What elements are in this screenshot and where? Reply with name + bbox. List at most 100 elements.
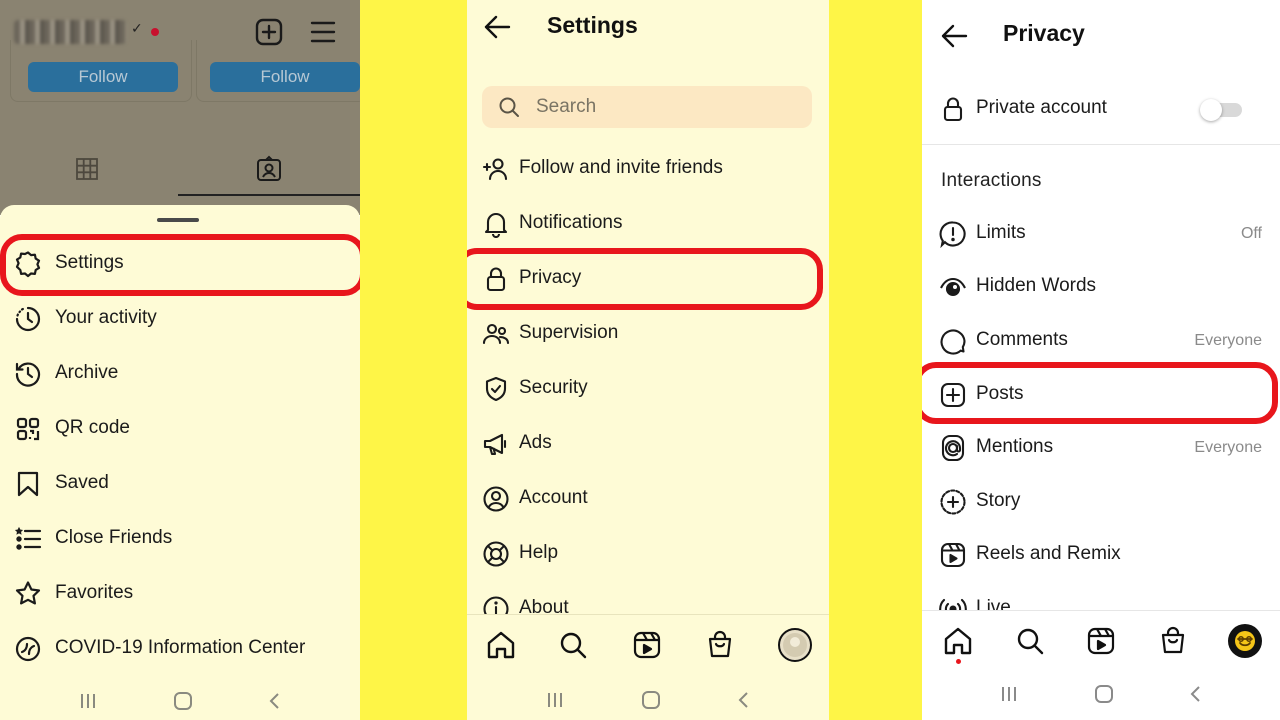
follow-button[interactable]: Follow xyxy=(210,62,360,92)
private-account-row[interactable]: Private account xyxy=(922,89,1280,129)
recent-apps-icon[interactable] xyxy=(545,691,565,709)
private-account-toggle[interactable] xyxy=(1200,99,1242,121)
menu-item-covid-info[interactable]: COVID-19 Information Center xyxy=(0,628,360,668)
section-divider xyxy=(922,144,1280,145)
back-arrow-icon[interactable] xyxy=(940,23,968,49)
menu-item-archive[interactable]: Archive xyxy=(0,353,360,393)
menu-item-qr-code[interactable]: QR code xyxy=(0,408,360,448)
reels-icon[interactable] xyxy=(1085,625,1117,657)
panel-settings: Settings Search Follow and invite friend… xyxy=(467,0,829,720)
megaphone-icon xyxy=(482,430,510,458)
section-title: Interactions xyxy=(941,170,1042,191)
home-button-icon[interactable] xyxy=(1094,684,1114,704)
privacy-item-limits[interactable]: Limits Off xyxy=(922,214,1280,254)
privacy-item-posts[interactable]: Posts xyxy=(922,375,1280,415)
menu-item-favorites[interactable]: Favorites xyxy=(0,573,360,613)
menu-item-label: Your activity xyxy=(55,307,157,328)
settings-item-privacy[interactable]: Privacy xyxy=(467,259,829,299)
story-plus-icon xyxy=(939,488,967,516)
recent-apps-icon[interactable] xyxy=(999,685,1019,703)
posts-plus-square-icon xyxy=(939,381,967,409)
menu-item-saved[interactable]: Saved xyxy=(0,463,360,503)
privacy-item-label: Hidden Words xyxy=(976,275,1097,296)
privacy-item-mentions[interactable]: Mentions Everyone xyxy=(922,428,1280,468)
settings-item-supervision[interactable]: Supervision xyxy=(467,314,829,354)
home-icon[interactable] xyxy=(942,625,974,664)
page-title: Privacy xyxy=(1003,20,1085,46)
search-input[interactable]: Search xyxy=(482,86,812,128)
search-icon xyxy=(498,96,520,118)
covid-info-icon xyxy=(14,635,42,663)
settings-item-ads[interactable]: Ads xyxy=(467,424,829,464)
sheet-drag-handle[interactable] xyxy=(157,218,199,222)
hidden-words-eye-icon xyxy=(939,273,967,301)
privacy-item-story[interactable]: Story xyxy=(922,482,1280,522)
menu-item-label: QR code xyxy=(55,417,130,438)
settings-item-label: Supervision xyxy=(519,322,619,343)
reels-icon[interactable] xyxy=(631,629,663,661)
archive-history-icon xyxy=(14,360,42,388)
settings-item-help[interactable]: Help xyxy=(467,534,829,574)
privacy-item-reels-remix[interactable]: Reels and Remix xyxy=(922,535,1280,575)
privacy-item-label: Comments xyxy=(976,329,1068,350)
privacy-item-label: Live xyxy=(976,597,1011,610)
lock-icon xyxy=(939,95,967,123)
recent-apps-icon[interactable] xyxy=(78,692,98,710)
reels-icon xyxy=(939,541,967,569)
home-button-icon[interactable] xyxy=(173,691,193,711)
privacy-item-label: Limits xyxy=(976,222,1026,243)
menu-item-settings[interactable]: Settings xyxy=(0,243,360,283)
activity-clock-icon xyxy=(14,305,42,333)
bell-icon xyxy=(482,210,510,238)
settings-item-label: Security xyxy=(519,377,588,398)
home-icon[interactable] xyxy=(485,629,517,661)
search-placeholder: Search xyxy=(536,96,597,117)
settings-item-notifications[interactable]: Notifications xyxy=(467,204,829,244)
privacy-item-comments[interactable]: Comments Everyone xyxy=(922,321,1280,361)
privacy-item-value: Everyone xyxy=(1194,332,1262,349)
shop-icon[interactable] xyxy=(704,629,736,661)
follow-button[interactable]: Follow xyxy=(28,62,178,92)
privacy-item-label: Mentions xyxy=(976,436,1054,457)
panel-profile-menu: ✓ Follow Follow Settings Your activity A… xyxy=(0,0,360,720)
menu-item-close-friends[interactable]: Close Friends xyxy=(0,518,360,558)
settings-item-label: Ads xyxy=(519,432,552,453)
privacy-item-value: Everyone xyxy=(1194,439,1262,456)
back-arrow-icon[interactable] xyxy=(483,14,511,40)
settings-item-label: Privacy xyxy=(519,267,582,288)
settings-gear-icon xyxy=(14,250,42,278)
tutorial-collage: ✓ Follow Follow Settings Your activity A… xyxy=(0,0,1280,720)
chevron-down-icon[interactable]: ✓ xyxy=(131,20,143,37)
private-account-label: Private account xyxy=(976,97,1107,118)
privacy-item-hidden-words[interactable]: Hidden Words xyxy=(922,267,1280,307)
menu-item-label: Saved xyxy=(55,472,109,493)
grid-icon[interactable] xyxy=(75,157,99,181)
profile-avatar[interactable] xyxy=(777,627,812,662)
profile-header-dimmed: ✓ Follow Follow xyxy=(0,0,360,215)
bookmark-icon xyxy=(14,470,42,498)
settings-item-account[interactable]: Account xyxy=(467,479,829,519)
back-button-icon[interactable] xyxy=(1189,684,1203,704)
shop-icon[interactable] xyxy=(1157,625,1189,657)
search-icon[interactable] xyxy=(1014,625,1046,657)
account-circle-icon xyxy=(482,485,510,513)
search-icon[interactable] xyxy=(557,629,589,661)
settings-item-label: Notifications xyxy=(519,212,623,233)
back-button-icon[interactable] xyxy=(268,691,282,711)
home-button-icon[interactable] xyxy=(641,690,661,710)
settings-item-security[interactable]: Security xyxy=(467,369,829,409)
privacy-item-live[interactable]: Live xyxy=(922,589,1280,610)
lifebuoy-icon xyxy=(482,540,510,568)
settings-item-follow-invite[interactable]: Follow and invite friends xyxy=(467,149,829,189)
tagged-icon[interactable] xyxy=(255,155,283,183)
settings-item-label: Help xyxy=(519,542,559,563)
menu-item-your-activity[interactable]: Your activity xyxy=(0,298,360,338)
privacy-item-label: Posts xyxy=(976,383,1024,404)
settings-item-label: Follow and invite friends xyxy=(519,157,723,178)
menu-item-label: Archive xyxy=(55,362,119,383)
back-button-icon[interactable] xyxy=(737,690,751,710)
qr-code-icon xyxy=(14,415,42,443)
limits-alert-icon xyxy=(939,220,967,248)
live-broadcast-icon xyxy=(939,595,967,610)
profile-avatar[interactable] xyxy=(1227,623,1262,658)
